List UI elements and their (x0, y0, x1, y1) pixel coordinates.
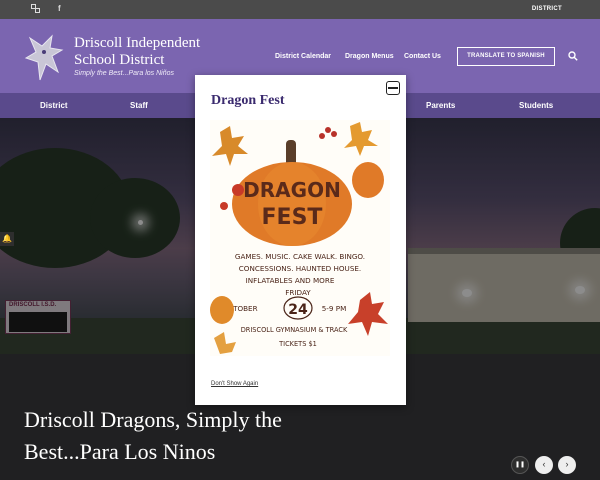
pumpkin-icon (210, 296, 234, 324)
berry-icon (319, 133, 325, 139)
maple-leaf-icon (214, 332, 236, 354)
slideshow-pause-button[interactable]: ❚❚ (511, 456, 529, 474)
nav-students[interactable]: Students (519, 93, 553, 118)
district-calendar-link[interactable]: District Calendar (275, 53, 331, 60)
flyer-time: 5-9 PM (322, 304, 347, 313)
site-title-line1: Driscoll Independent (74, 35, 201, 51)
translate-icon[interactable] (31, 4, 40, 16)
maple-leaf-icon (348, 292, 388, 336)
close-icon[interactable] (386, 81, 400, 95)
flyer-dragon-word: DRAGON (243, 178, 341, 202)
berry-icon (220, 202, 228, 210)
utility-bar: f DISTRICT (0, 0, 600, 19)
event-popup-modal: Dragon Fest DRAGON FEST GAMES. MUSIC. CA… (195, 75, 406, 405)
facebook-icon[interactable]: f (58, 4, 61, 14)
notification-bell-icon[interactable]: 🔔 (0, 232, 14, 246)
dragon-fest-flyer-image: DRAGON FEST GAMES. MUSIC. CAKE WALK. BIN… (210, 120, 390, 356)
flyer-activities-line2: CONCESSIONS. HAUNTED HOUSE. (239, 264, 361, 273)
slideshow-prev-button[interactable]: ‹ (535, 456, 553, 474)
flyer-activities-line3: INFLATABLES AND MORE (246, 276, 335, 285)
contact-us-link[interactable]: Contact Us (404, 53, 441, 60)
maple-leaf-icon (344, 122, 378, 156)
search-icon[interactable] (568, 51, 578, 61)
site-title[interactable]: Driscoll Independent School District (74, 35, 200, 69)
hero-headline-line1: Driscoll Dragons, Simply the (24, 407, 282, 432)
nav-staff[interactable]: Staff (130, 93, 148, 118)
nav-district[interactable]: District (40, 93, 68, 118)
nav-parents[interactable]: Parents (426, 93, 455, 118)
dragon-logo-icon[interactable] (22, 32, 67, 84)
translate-button[interactable]: TRANSLATE TO SPANISH (457, 47, 555, 66)
site-title-line2: School District (74, 52, 165, 68)
flyer-fest-word: FEST (262, 205, 323, 230)
slideshow-next-button[interactable]: › (558, 456, 576, 474)
flyer-tickets: TICKETS $1 (278, 340, 317, 348)
hero-headline: Driscoll Dragons, Simply the Best...Para… (24, 404, 384, 468)
flyer-location: DRISCOLL GYMNASIUM & TRACK (241, 326, 348, 334)
berry-icon (331, 131, 337, 137)
pumpkin-icon (352, 162, 384, 198)
flyer-day: FRIDAY (285, 288, 311, 297)
maple-leaf-icon (212, 126, 248, 166)
tagline: Simply the Best...Para los Niños (74, 70, 174, 77)
flyer-activities-line1: GAMES. MUSIC. CAKE WALK. BINGO. (235, 252, 365, 261)
district-link[interactable]: DISTRICT (532, 6, 562, 12)
modal-title: Dragon Fest (211, 93, 285, 108)
flyer-date: 24 (288, 302, 308, 318)
dragon-menus-link[interactable]: Dragon Menus (345, 53, 394, 60)
berry-icon (325, 127, 331, 133)
dont-show-again-link[interactable]: Don't Show Again (211, 381, 258, 387)
hero-headline-line2: Best...Para Los Ninos (24, 439, 216, 464)
